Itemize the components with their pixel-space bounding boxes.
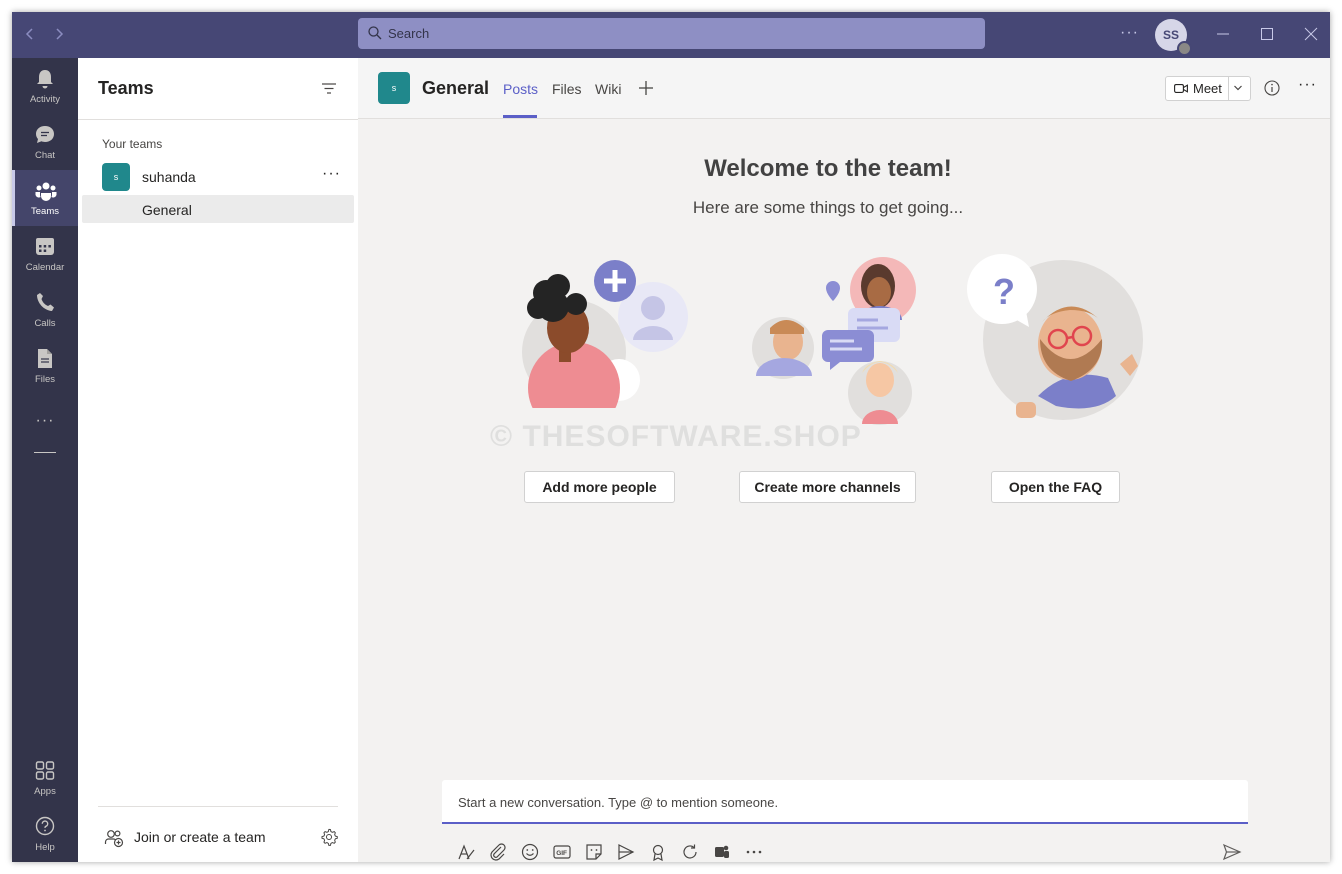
help-icon [35, 816, 55, 836]
sticker-icon[interactable] [584, 842, 604, 862]
rail-label: Help [35, 842, 55, 853]
create-channels-illustration [752, 257, 916, 425]
watermark: © THESOFTWARE.SHOP [490, 420, 862, 453]
add-more-people-button[interactable]: Add more people [524, 471, 675, 503]
faq-illustration: ? [967, 254, 1143, 420]
phone-icon [37, 293, 54, 311]
search-icon [368, 26, 382, 40]
welcome-title: Welcome to the team! [704, 155, 952, 182]
rail-item-files[interactable]: Files [12, 338, 78, 394]
gear-icon[interactable] [320, 828, 338, 846]
divider [1228, 77, 1229, 100]
pane-title: Teams [98, 78, 154, 98]
rail-label: Calls [34, 318, 56, 329]
rail-label: Files [34, 374, 56, 385]
svg-text:?: ? [993, 271, 1015, 312]
open-faq-button[interactable]: Open the FAQ [991, 471, 1120, 503]
apps-icon [35, 761, 55, 780]
close-icon[interactable] [1301, 24, 1321, 44]
rail-label: Calendar [25, 262, 65, 273]
compose-box[interactable]: Start a new conversation. Type @ to ment… [442, 780, 1248, 824]
active-indicator [12, 170, 15, 226]
more-apps-button[interactable]: ··· [12, 412, 78, 430]
teams-list-pane: Teams Your teams s suhanda ··· General J… [78, 58, 358, 862]
rail-item-apps[interactable]: Apps [12, 750, 78, 806]
app-rail: Activity Chat Teams Calendar Calls Files… [12, 58, 78, 862]
svg-text:GIF: GIF [556, 850, 567, 857]
active-tab-indicator [503, 115, 537, 118]
channel-row-general[interactable]: General [82, 195, 354, 223]
search-placeholder: Search [388, 26, 430, 41]
video-camera-icon [1174, 84, 1188, 93]
tab-files[interactable]: Files [552, 81, 582, 97]
title-bar: Search ··· SS [12, 12, 1330, 58]
file-icon [38, 349, 52, 368]
add-tab-icon[interactable] [638, 80, 654, 96]
rail-item-calendar[interactable]: Calendar [12, 226, 78, 282]
emoji-icon[interactable] [520, 842, 540, 862]
rail-item-activity[interactable]: Activity [12, 58, 78, 114]
team-name: suhanda [142, 169, 196, 185]
meet-label: Meet [1193, 81, 1222, 96]
channel-header: s General Posts Files Wiki Meet ··· [358, 58, 1330, 119]
tab-posts[interactable]: Posts [503, 81, 538, 97]
rail-divider [34, 452, 56, 453]
tab-wiki[interactable]: Wiki [595, 81, 621, 97]
rail-item-chat[interactable]: Chat [12, 114, 78, 170]
loop-icon[interactable] [680, 842, 700, 862]
team-avatar: s [102, 163, 130, 191]
search-input[interactable]: Search [358, 18, 985, 49]
filter-icon[interactable] [321, 82, 337, 96]
rail-label: Chat [34, 150, 56, 161]
join-team-icon[interactable] [104, 828, 124, 848]
rail-item-calls[interactable]: Calls [12, 282, 78, 338]
channel-title: General [422, 78, 490, 98]
more-icon[interactable] [744, 842, 764, 862]
compose-placeholder: Start a new conversation. Type @ to ment… [458, 795, 779, 810]
gif-icon[interactable]: GIF [552, 842, 572, 862]
rail-label: Teams [31, 206, 59, 217]
send-icon[interactable] [1222, 842, 1242, 862]
chat-icon [36, 126, 54, 143]
channel-team-avatar: s [378, 72, 410, 104]
rail-label: Apps [34, 786, 56, 797]
rail-item-help[interactable]: Help [12, 806, 78, 862]
avatar-initials: SS [1162, 28, 1179, 42]
teams-window: Search ··· SS Activity Chat Teams Calend… [12, 12, 1330, 862]
meet-button[interactable]: Meet [1165, 76, 1251, 101]
rail-label: Activity [29, 94, 61, 105]
praise-icon[interactable] [648, 842, 668, 862]
rail-item-teams[interactable]: Teams [12, 170, 78, 226]
divider [98, 806, 338, 807]
join-create-team-link[interactable]: Join or create a team [134, 829, 266, 845]
presence-status-icon [1177, 41, 1192, 56]
info-icon[interactable] [1264, 80, 1280, 96]
maximize-icon[interactable] [1257, 24, 1277, 44]
chevron-right-icon[interactable] [49, 24, 69, 44]
section-label: Your teams [102, 137, 163, 151]
create-more-channels-button[interactable]: Create more channels [739, 471, 916, 503]
team-more-options-button[interactable]: ··· [322, 165, 341, 183]
channel-name: General [142, 202, 192, 218]
channel-more-options-button[interactable]: ··· [1298, 76, 1317, 94]
team-row-suhanda[interactable]: s suhanda ··· [82, 159, 354, 193]
more-options-button[interactable]: ··· [1120, 24, 1139, 42]
chevron-down-icon[interactable] [1233, 84, 1243, 92]
attach-icon[interactable] [488, 842, 508, 862]
divider [78, 119, 358, 120]
more-apps-icon[interactable] [712, 842, 732, 862]
avatar[interactable]: SS [1155, 19, 1192, 56]
bell-icon [37, 70, 53, 89]
chevron-left-icon[interactable] [20, 24, 40, 44]
meet-now-icon[interactable] [616, 842, 636, 862]
format-icon[interactable] [456, 842, 476, 862]
calendar-icon [36, 238, 54, 255]
minimize-icon[interactable] [1213, 24, 1233, 44]
welcome-subtitle: Here are some things to get going... [692, 198, 964, 217]
add-people-illustration [522, 260, 688, 408]
teams-icon [35, 182, 57, 201]
channel-main: s General Posts Files Wiki Meet ··· Welc… [358, 58, 1330, 862]
